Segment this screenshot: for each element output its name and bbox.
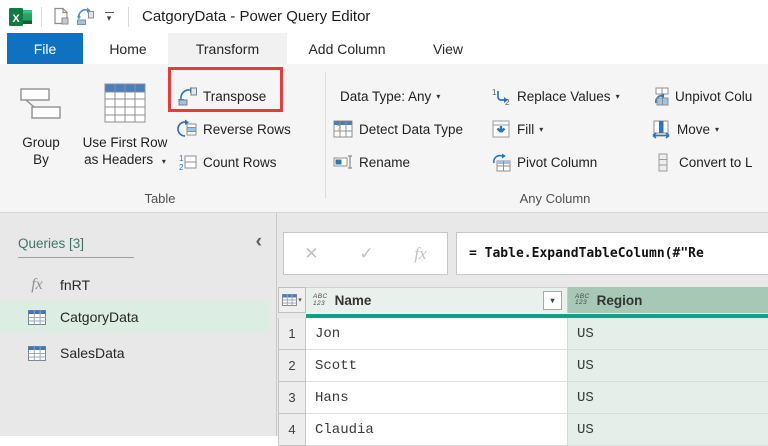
group-by-icon (18, 72, 64, 134)
dropdown-icon: ▾ (298, 297, 302, 304)
move-button[interactable]: Move ▾ (650, 116, 719, 142)
cell-region[interactable]: US (568, 382, 768, 414)
convert-to-list-icon (652, 153, 674, 172)
transpose-button[interactable]: Transpose (176, 83, 266, 109)
ribbon: Group By Use First Row as Headers ▾ Tran… (0, 64, 768, 213)
data-grid: ▾ ABC 123 Name ▾ ABC 123 Region 1 Jon US… (278, 287, 768, 446)
table-corner-icon (282, 294, 298, 306)
table-query-icon (26, 345, 48, 361)
ribbon-tab-row: File Home Transform Add Column View (0, 33, 768, 64)
tab-add-column[interactable]: Add Column (295, 33, 399, 64)
quick-access-dropdown-icon[interactable]: ▾ (97, 5, 121, 29)
transpose-icon (176, 86, 198, 106)
dropdown-icon: ▾ (615, 91, 620, 101)
tab-file[interactable]: File (7, 33, 83, 64)
pivot-column-button[interactable]: Pivot Column (490, 149, 597, 175)
divider (41, 6, 42, 27)
data-type-button[interactable]: Data Type: Any ▾ (340, 83, 440, 109)
text-type-icon: ABC 123 (575, 292, 590, 306)
convert-to-list-button[interactable]: Convert to L (652, 149, 753, 175)
svg-text:2: 2 (505, 98, 510, 105)
fx-icon[interactable]: fx (414, 244, 426, 264)
row-number[interactable]: 2 (278, 350, 306, 382)
detect-data-type-button[interactable]: ? Detect Data Type (332, 116, 463, 142)
cell-name[interactable]: Claudia (306, 414, 568, 446)
reverse-rows-icon (176, 119, 198, 139)
excel-app-icon: X (8, 6, 34, 28)
select-all-button[interactable]: ▾ (278, 287, 306, 313)
cell-name[interactable]: Hans (306, 382, 568, 414)
queries-panel-header: Queries [3] (18, 236, 85, 251)
cell-name[interactable]: Scott (306, 350, 568, 382)
count-rows-button[interactable]: 1 2 Count Rows (176, 149, 277, 175)
cancel-icon[interactable]: ✕ (304, 244, 318, 264)
cell-region[interactable]: US (568, 350, 768, 382)
row-number[interactable]: 4 (278, 414, 306, 446)
group-by-button[interactable]: Group By (12, 72, 70, 184)
fill-button[interactable]: Fill ▾ (490, 116, 543, 142)
reverse-rows-button[interactable]: Reverse Rows (176, 116, 291, 142)
svg-text:1: 1 (179, 154, 184, 163)
cell-name[interactable]: Jon (306, 318, 568, 350)
move-icon (650, 120, 672, 139)
rename-button[interactable]: Rename (332, 149, 410, 175)
table-row: 2 Scott US (278, 350, 768, 382)
svg-text:1: 1 (492, 88, 497, 97)
table-query-icon (26, 309, 48, 325)
column-header-name[interactable]: ABC 123 Name ▾ (306, 287, 568, 313)
divider (128, 6, 129, 27)
formula-input[interactable]: = Table.ExpandTableColumn(#"Re (456, 232, 768, 275)
group-separator (325, 72, 326, 198)
dropdown-icon: ▾ (161, 157, 166, 166)
svg-text:?: ? (337, 125, 341, 132)
divider (18, 257, 134, 258)
dropdown-icon: ▾ (436, 91, 441, 101)
formula-text: = Table.ExpandTableColumn(#"Re (469, 246, 704, 261)
window-title: CatgoryData - Power Query Editor (142, 8, 371, 25)
dropdown-icon: ▾ (715, 124, 720, 134)
row-number[interactable]: 3 (278, 382, 306, 414)
unpivot-columns-icon (648, 87, 670, 106)
row-number[interactable]: 1 (278, 318, 306, 350)
svg-text:X: X (12, 13, 20, 25)
query-item-catgorydata[interactable]: CatgoryData (0, 301, 270, 333)
group-label-any-column: Any Column (519, 191, 591, 206)
rename-icon (332, 154, 354, 170)
check-icon[interactable]: ✓ (359, 244, 373, 264)
refresh-preview-icon[interactable] (73, 5, 97, 29)
cell-region[interactable]: US (568, 318, 768, 350)
cell-region[interactable]: US (568, 414, 768, 446)
use-first-row-as-headers-button[interactable]: Use First Row as Headers ▾ (72, 72, 178, 184)
column-header-region[interactable]: ABC 123 Region (568, 287, 768, 313)
query-item-salesdata[interactable]: SalesData (0, 337, 270, 369)
queries-panel: Queries [3] ‹ fx fnRT CatgoryData SalesD… (0, 213, 277, 436)
table-row: 3 Hans US (278, 382, 768, 414)
table-row: 1 Jon US (278, 318, 768, 350)
formula-bar-actions: ✕ ✓ fx (283, 232, 448, 275)
filter-dropdown-button[interactable]: ▾ (543, 291, 562, 310)
unpivot-columns-button[interactable]: Unpivot Colu (648, 83, 752, 109)
count-rows-icon: 1 2 (176, 152, 198, 172)
text-type-icon: ABC 123 (313, 293, 328, 307)
main-area: Queries [3] ‹ fx fnRT CatgoryData SalesD… (0, 213, 768, 446)
dropdown-icon: ▾ (539, 124, 544, 134)
replace-values-button[interactable]: 1 2 Replace Values ▾ (490, 83, 620, 109)
svg-text:2: 2 (179, 163, 184, 172)
save-document-icon[interactable] (49, 5, 73, 29)
grid-header-row: ▾ ABC 123 Name ▾ ABC 123 Region (278, 287, 768, 313)
collapse-panel-icon[interactable]: ‹ (256, 231, 262, 253)
title-bar: X ▾ CatgoryData - Power Query Editor (0, 0, 768, 33)
fill-icon (490, 120, 512, 138)
group-label-table: Table (144, 191, 176, 206)
tab-view[interactable]: View (415, 33, 481, 64)
tab-home[interactable]: Home (92, 33, 164, 64)
fx-function-icon: fx (31, 276, 43, 293)
tab-transform[interactable]: Transform (168, 33, 287, 64)
detect-data-type-icon: ? (332, 120, 354, 138)
table-row: 4 Claudia US (278, 414, 768, 446)
pivot-column-icon (490, 153, 512, 172)
table-headers-icon (103, 72, 147, 134)
query-item-fnrt[interactable]: fx fnRT (0, 269, 270, 301)
replace-values-icon: 1 2 (490, 87, 512, 105)
